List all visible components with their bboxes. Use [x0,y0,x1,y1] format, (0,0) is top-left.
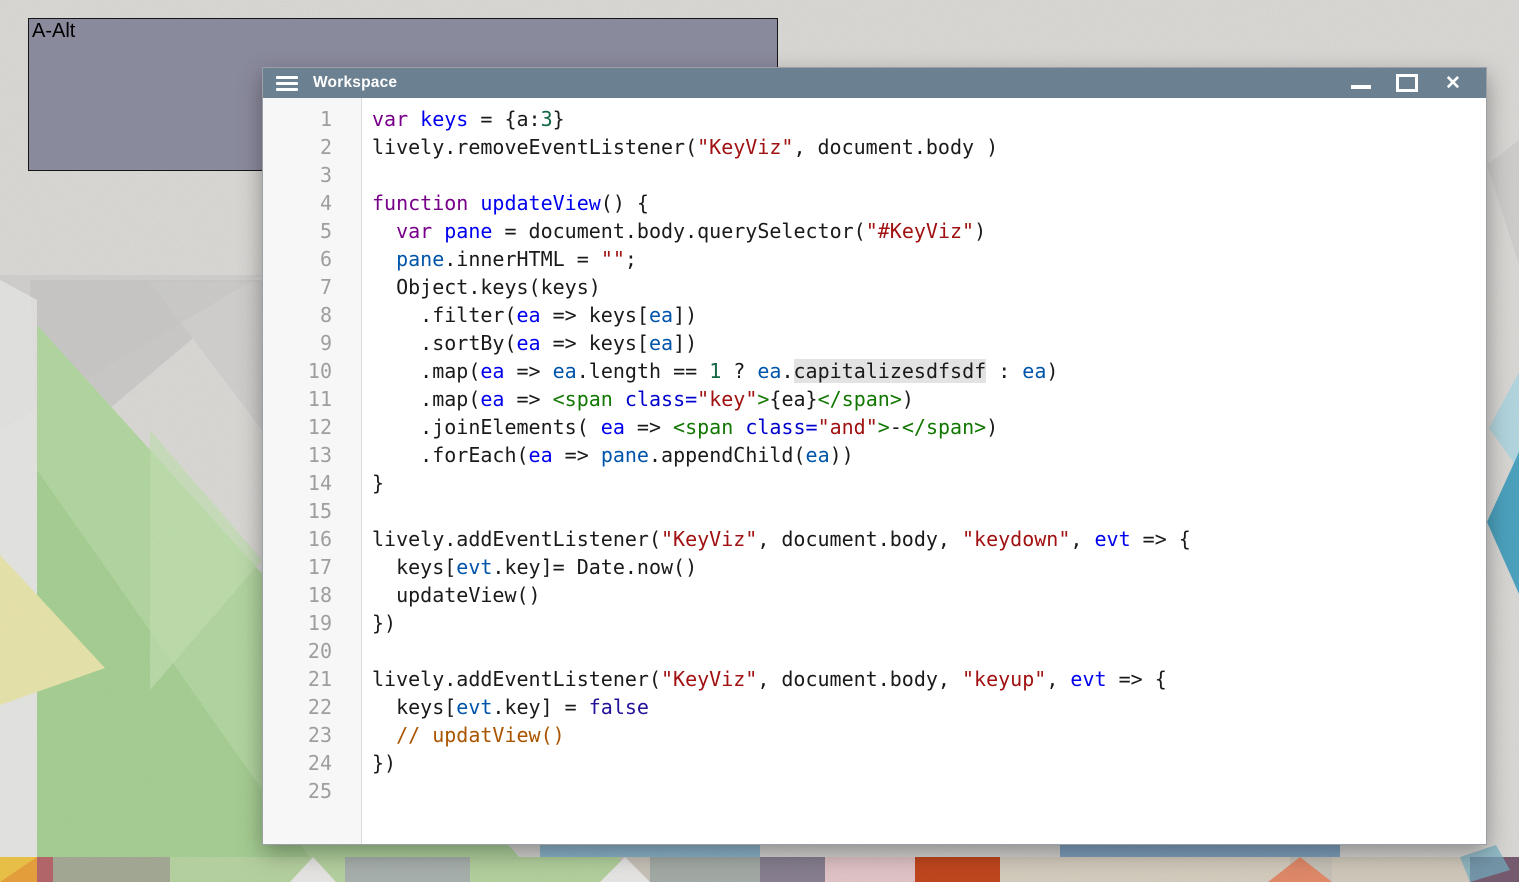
line-number: 24 [263,749,332,777]
line-number: 20 [263,637,332,665]
maximize-icon [1396,74,1418,92]
code-line[interactable] [372,497,1486,525]
code-line[interactable] [372,161,1486,189]
line-number: 13 [263,441,332,469]
code-line[interactable]: .joinElements( ea => <span class="and">-… [372,413,1486,441]
code-editor: 1234567891011121314151617181920212223242… [263,98,1486,844]
line-number: 25 [263,777,332,805]
line-number: 3 [263,161,332,189]
line-number: 21 [263,665,332,693]
code-line[interactable]: }) [372,749,1486,777]
line-number: 8 [263,301,332,329]
code-line[interactable]: pane.innerHTML = ""; [372,245,1486,273]
a-alt-label: A-Alt [29,19,78,44]
code-line[interactable]: // updatView() [372,721,1486,749]
code-line[interactable]: .map(ea => ea.length == 1 ? ea.capitaliz… [372,357,1486,385]
window-title: Workspace [313,74,397,92]
line-number: 23 [263,721,332,749]
code-line[interactable]: .forEach(ea => pane.appendChild(ea)) [372,441,1486,469]
code-line[interactable]: updateView() [372,581,1486,609]
code-line[interactable] [372,777,1486,805]
code-line[interactable] [372,637,1486,665]
line-number: 6 [263,245,332,273]
line-number: 17 [263,553,332,581]
minimize-icon [1351,85,1371,89]
code-lines[interactable]: var keys = {a:3}lively.removeEventListen… [362,98,1486,844]
line-number: 12 [263,413,332,441]
code-line[interactable]: lively.addEventListener("KeyViz", docume… [372,525,1486,553]
code-line[interactable]: lively.addEventListener("KeyViz", docume… [372,665,1486,693]
code-line[interactable]: } [372,469,1486,497]
line-number: 1 [263,105,332,133]
code-line[interactable]: var keys = {a:3} [372,105,1486,133]
line-number: 19 [263,609,332,637]
code-line[interactable]: .sortBy(ea => keys[ea]) [372,329,1486,357]
line-number: 14 [263,469,332,497]
menu-icon[interactable] [276,76,298,91]
code-line[interactable]: keys[evt.key] = false [372,693,1486,721]
line-number: 7 [263,273,332,301]
code-line[interactable]: var pane = document.body.querySelector("… [372,217,1486,245]
line-number: 4 [263,189,332,217]
workspace-window: Workspace ✕ 1234567891011121314151617181… [262,67,1487,845]
line-number: 9 [263,329,332,357]
close-icon: ✕ [1445,74,1461,93]
line-number: 10 [263,357,332,385]
line-number: 11 [263,385,332,413]
code-line[interactable]: }) [372,609,1486,637]
code-line[interactable]: .map(ea => <span class="key">{ea}</span>… [372,385,1486,413]
code-line[interactable]: keys[evt.key]= Date.now() [372,553,1486,581]
window-controls: ✕ [1328,72,1466,94]
minimize-button[interactable] [1348,72,1374,94]
line-numbers: 1234567891011121314151617181920212223242… [263,98,362,844]
line-number: 18 [263,581,332,609]
close-button[interactable]: ✕ [1440,72,1466,94]
code-line[interactable]: .filter(ea => keys[ea]) [372,301,1486,329]
code-line[interactable]: function updateView() { [372,189,1486,217]
code-line[interactable]: lively.removeEventListener("KeyViz", doc… [372,133,1486,161]
line-number: 16 [263,525,332,553]
line-number: 22 [263,693,332,721]
code-line[interactable]: Object.keys(keys) [372,273,1486,301]
maximize-button[interactable] [1394,72,1420,94]
line-number: 5 [263,217,332,245]
line-number: 15 [263,497,332,525]
line-number: 2 [263,133,332,161]
titlebar[interactable]: Workspace ✕ [263,68,1486,98]
